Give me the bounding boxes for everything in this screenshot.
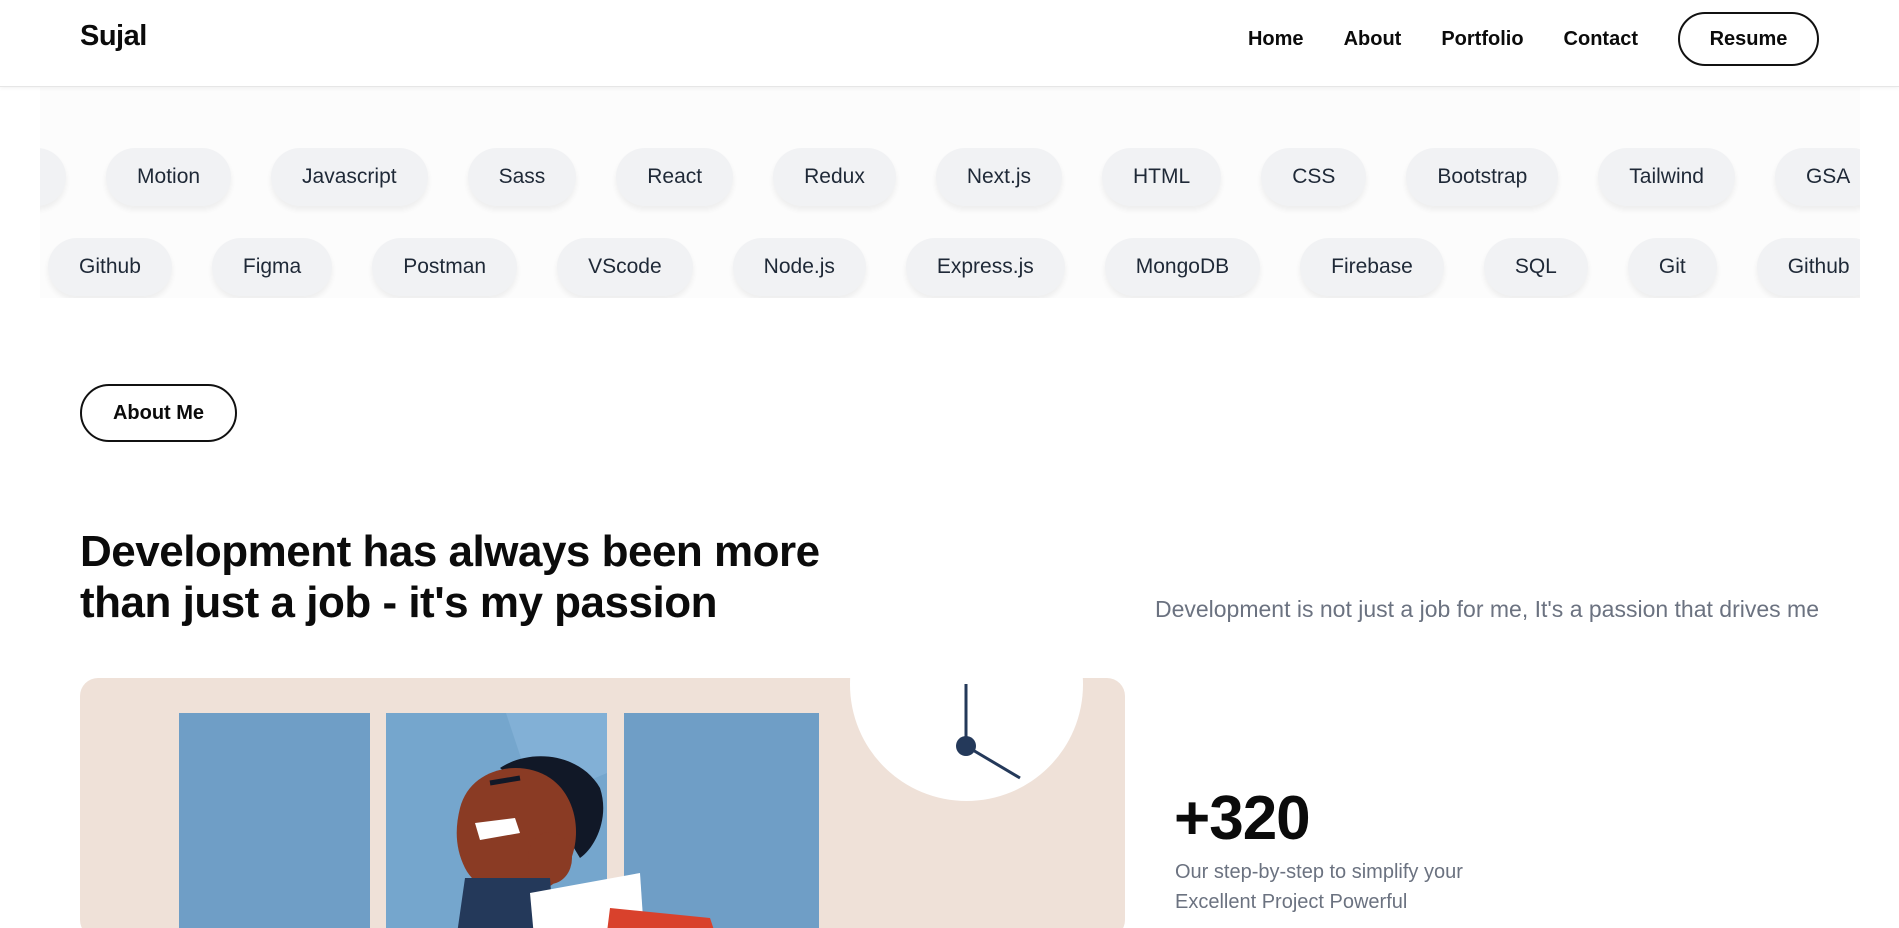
skill-chip: Next.js xyxy=(935,148,1063,206)
skill-chip: Git xyxy=(1627,238,1717,296)
headline-line-2: than just a job - it's my passion xyxy=(80,578,717,627)
clock-illustration xyxy=(850,678,1083,801)
illustration-card xyxy=(80,678,1125,928)
nav-links: Home About Portfolio Contact Resume xyxy=(1248,12,1819,66)
skills-marquee: AP Motion Javascript Sass React Redux Ne… xyxy=(40,86,1860,298)
skill-chip: HTML xyxy=(1102,148,1222,206)
skill-chip: VScode xyxy=(557,238,693,296)
skill-chip: Sass xyxy=(467,148,577,206)
skill-chip: AP xyxy=(40,148,67,206)
skill-chip: Firebase xyxy=(1300,238,1444,296)
skill-chip: Express.js xyxy=(905,238,1065,296)
skill-chip: CSS xyxy=(1261,148,1367,206)
skill-chip: GSA xyxy=(1774,148,1860,206)
nav-link-home[interactable]: Home xyxy=(1248,28,1304,51)
stat-description: Our step-by-step to simplify your Excell… xyxy=(1175,857,1535,917)
skill-chip: Postman xyxy=(372,238,518,296)
stat-number: +320 xyxy=(1174,784,1311,853)
skills-row-2: Github Figma Postman VScode Node.js Expr… xyxy=(48,238,1860,296)
skill-chip: React xyxy=(616,148,734,206)
clock-hands xyxy=(956,684,1021,780)
site-logo[interactable]: Sujal xyxy=(80,20,147,53)
skill-chip: SQL xyxy=(1483,238,1588,296)
skill-chip: Bootstrap xyxy=(1406,148,1559,206)
nav-link-about[interactable]: About xyxy=(1344,28,1402,51)
skill-chip: Tailwind xyxy=(1598,148,1735,206)
nav-link-contact[interactable]: Contact xyxy=(1564,28,1638,51)
nav-link-portfolio[interactable]: Portfolio xyxy=(1441,28,1523,51)
skill-chip: Motion xyxy=(106,148,232,206)
about-headline: Development has always been more than ju… xyxy=(80,526,860,628)
window-pane xyxy=(179,713,370,928)
about-me-button[interactable]: About Me xyxy=(80,384,237,442)
resume-button[interactable]: Resume xyxy=(1678,12,1819,66)
skill-chip: Node.js xyxy=(732,238,866,296)
stat-desc-line-2: Excellent Project Powerful xyxy=(1175,891,1408,913)
person-illustration xyxy=(456,756,714,928)
skill-chip: Figma xyxy=(211,238,333,296)
skill-chip: Redux xyxy=(773,148,896,206)
navbar: Sujal Home About Portfolio Contact Resum… xyxy=(0,0,1899,86)
headline-line-1: Development has always been more xyxy=(80,527,820,576)
skills-row-1: AP Motion Javascript Sass React Redux Ne… xyxy=(40,148,1860,206)
skill-chip: Github xyxy=(48,238,172,296)
skill-chip: MongoDB xyxy=(1104,238,1261,296)
stat-desc-line-1: Our step-by-step to simplify your xyxy=(1175,861,1463,883)
about-subline: Development is not just a job for me, It… xyxy=(1154,596,1819,622)
skill-chip: Javascript xyxy=(271,148,428,206)
skill-chip: Github xyxy=(1756,238,1860,296)
